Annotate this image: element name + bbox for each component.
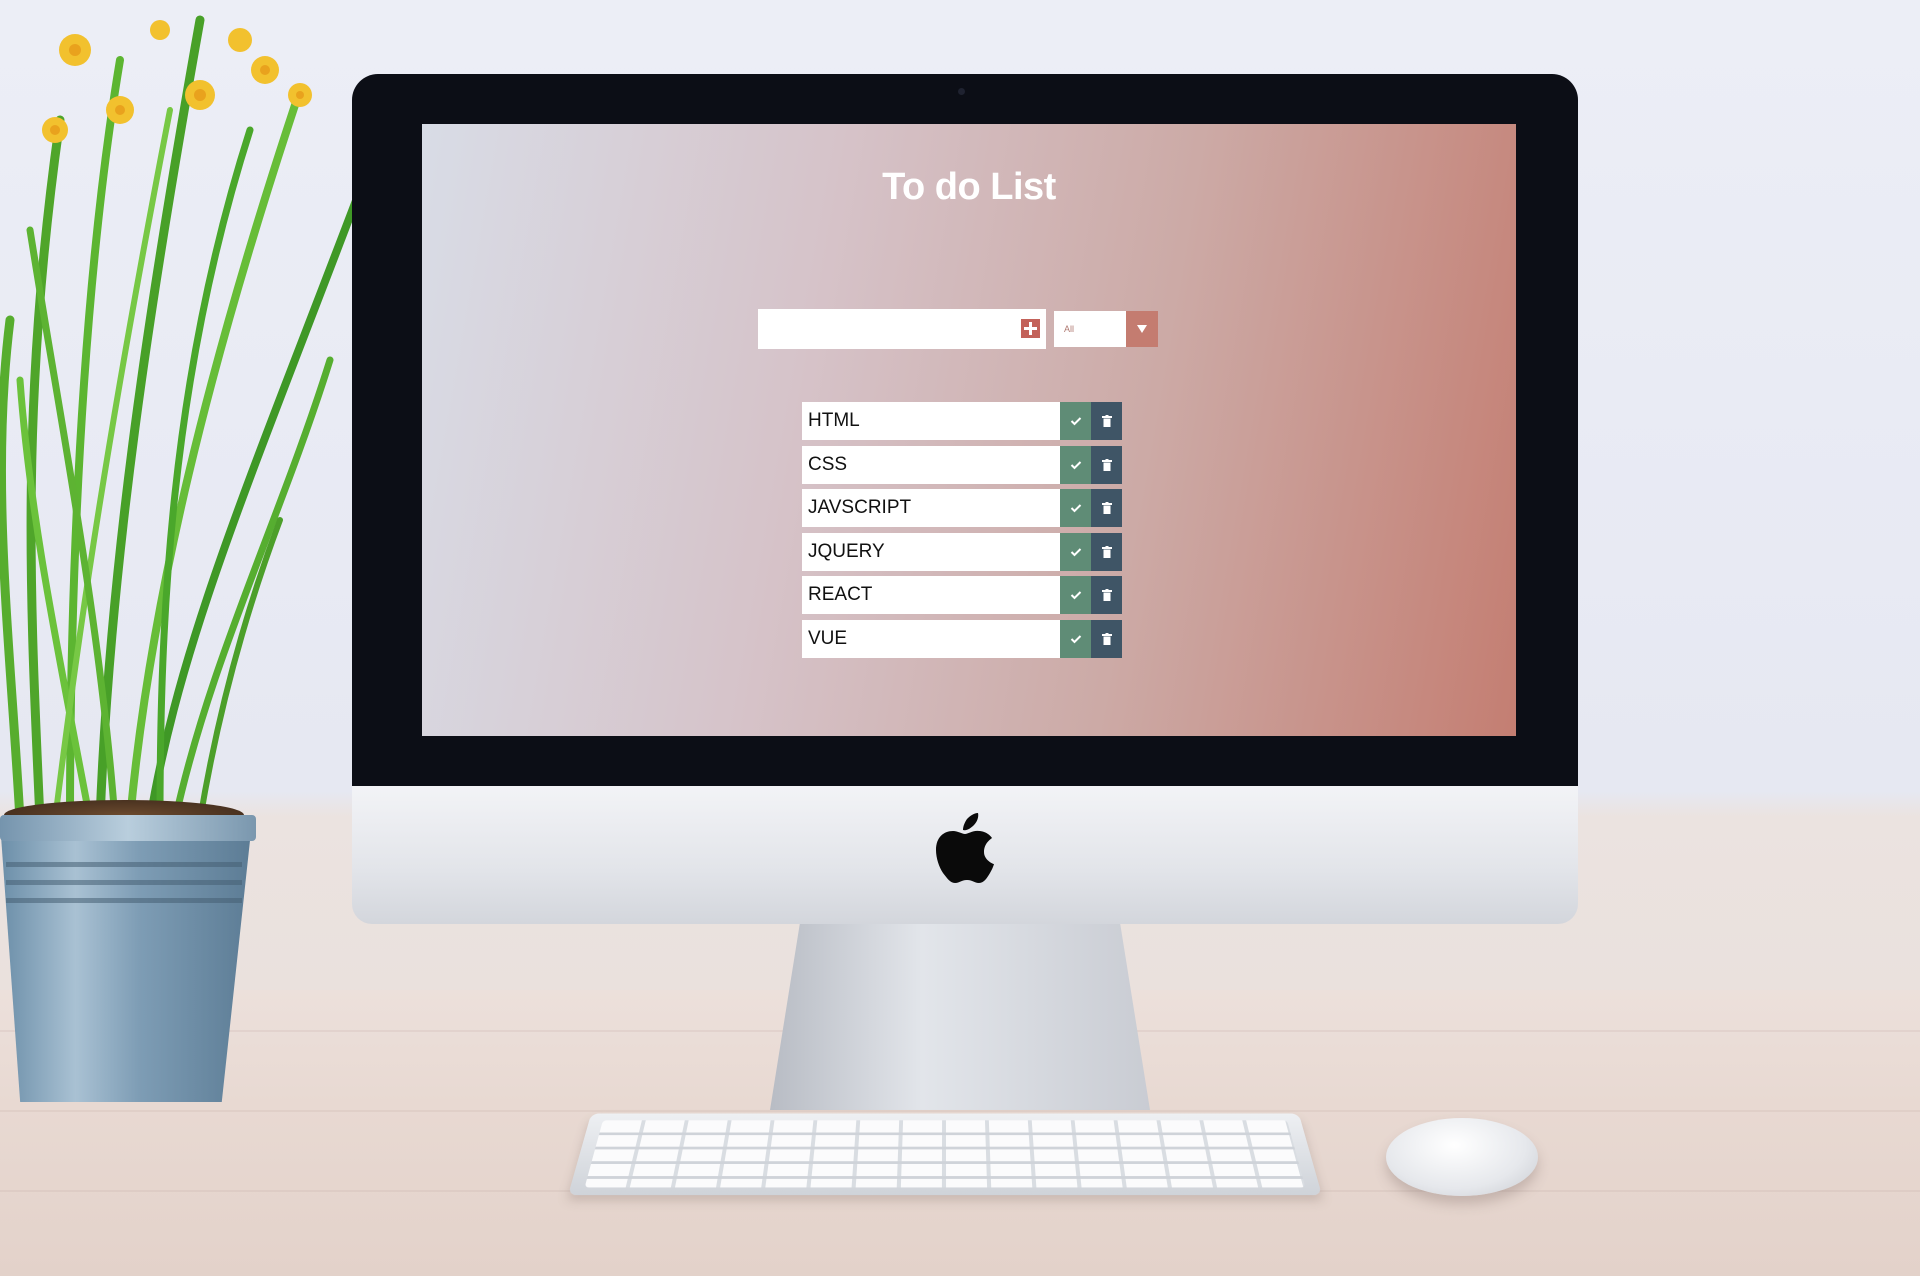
delete-button[interactable] xyxy=(1091,489,1122,527)
todo-item: REACT xyxy=(802,576,1132,614)
trash-icon xyxy=(1102,589,1112,601)
todo-item: VUE xyxy=(802,620,1132,658)
filter-selected-value: All xyxy=(1064,324,1074,334)
todo-item-text: JAVSCRIPT xyxy=(802,489,1060,527)
plus-square-icon xyxy=(1021,319,1040,338)
check-icon xyxy=(1070,460,1082,470)
check-icon xyxy=(1070,416,1082,426)
page-title: To do List xyxy=(422,166,1516,209)
complete-button[interactable] xyxy=(1060,402,1091,440)
complete-button[interactable] xyxy=(1060,489,1091,527)
mouse xyxy=(1386,1118,1538,1196)
todo-item: HTML xyxy=(802,402,1132,440)
delete-button[interactable] xyxy=(1091,402,1122,440)
add-todo-button[interactable] xyxy=(1021,319,1040,338)
todo-item: CSS xyxy=(802,446,1132,484)
todo-input[interactable] xyxy=(758,309,1008,349)
todo-list: HTML CSS JAVSCRIPT JQUERY REACT VUE xyxy=(802,402,1132,664)
todo-item-text: JQUERY xyxy=(802,533,1060,571)
keyboard xyxy=(568,1113,1322,1195)
trash-icon xyxy=(1102,415,1112,427)
delete-button[interactable] xyxy=(1091,576,1122,614)
delete-button[interactable] xyxy=(1091,446,1122,484)
trash-icon xyxy=(1102,502,1112,514)
trash-icon xyxy=(1102,633,1112,645)
plant-pot-rim xyxy=(0,815,256,841)
apple-logo-icon xyxy=(930,810,996,890)
todo-item-text: HTML xyxy=(802,402,1060,440)
new-todo-field xyxy=(758,309,1046,349)
delete-button[interactable] xyxy=(1091,620,1122,658)
camera-icon xyxy=(958,88,965,95)
daffodil-plant xyxy=(0,0,380,830)
todo-item-text: CSS xyxy=(802,446,1060,484)
todo-item-text: VUE xyxy=(802,620,1060,658)
check-icon xyxy=(1070,590,1082,600)
check-icon xyxy=(1070,547,1082,557)
check-icon xyxy=(1070,634,1082,644)
caret-down-icon xyxy=(1126,311,1158,347)
complete-button[interactable] xyxy=(1060,576,1091,614)
trash-icon xyxy=(1102,459,1112,471)
app-screen: To do List All HTML CSS JAVSCRIPT JQUERY… xyxy=(422,124,1516,736)
filter-dropdown-button[interactable] xyxy=(1126,311,1158,347)
complete-button[interactable] xyxy=(1060,620,1091,658)
todo-item: JAVSCRIPT xyxy=(802,489,1132,527)
filter-select[interactable]: All xyxy=(1054,311,1158,347)
delete-button[interactable] xyxy=(1091,533,1122,571)
complete-button[interactable] xyxy=(1060,446,1091,484)
trash-icon xyxy=(1102,546,1112,558)
plant-pot xyxy=(0,822,252,1102)
monitor-stand xyxy=(770,920,1150,1110)
complete-button[interactable] xyxy=(1060,533,1091,571)
todo-item: JQUERY xyxy=(802,533,1132,571)
check-icon xyxy=(1070,503,1082,513)
todo-item-text: REACT xyxy=(802,576,1060,614)
